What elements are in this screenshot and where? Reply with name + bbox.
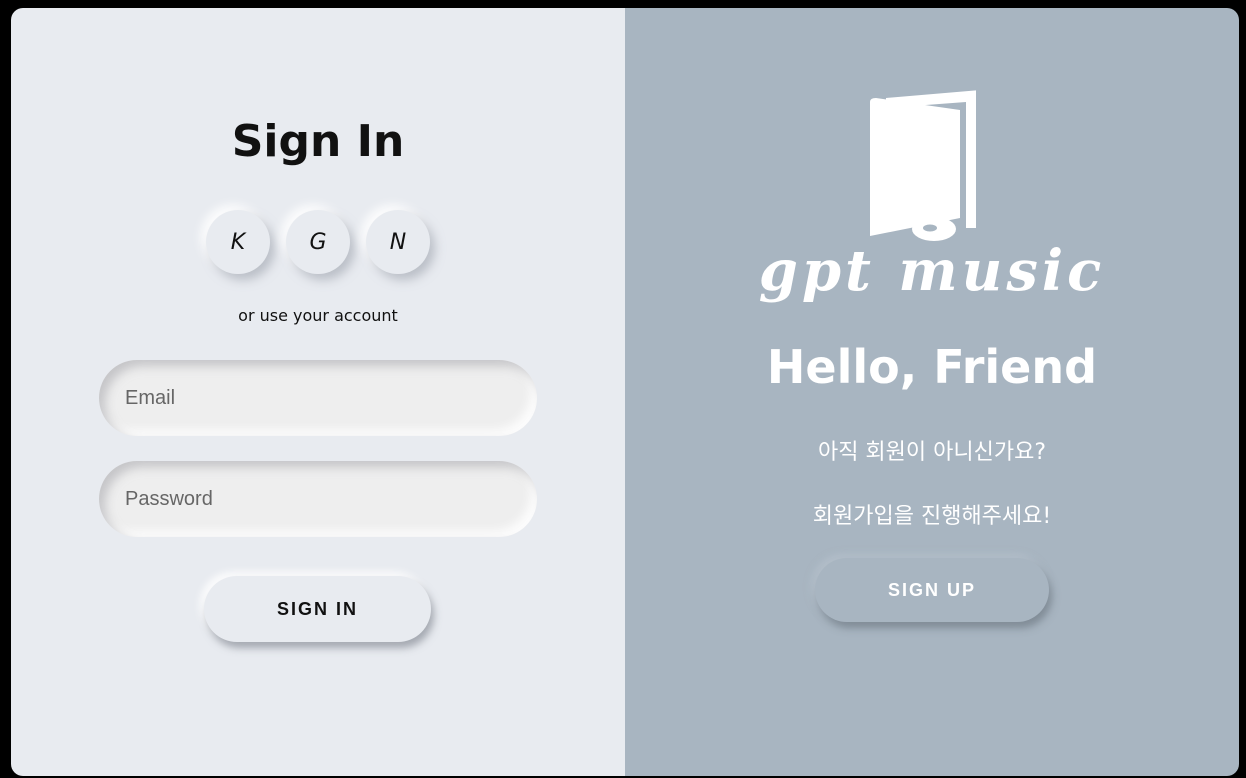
signup-button[interactable]: SIGN UP: [815, 558, 1049, 622]
signin-button[interactable]: SIGN IN: [204, 576, 431, 642]
email-field[interactable]: [99, 360, 537, 436]
signup-prompt-text: 회원가입을 진행해주세요!: [812, 504, 1052, 529]
naver-login-button[interactable]: N: [366, 210, 430, 274]
book-disc-logo-icon: [870, 90, 976, 241]
brand-logo-text: gpt music: [758, 238, 1106, 304]
use-account-text: or use your account: [238, 306, 398, 325]
kakao-login-button[interactable]: K: [206, 210, 270, 274]
signin-title: Sign In: [231, 116, 405, 167]
password-field[interactable]: [99, 461, 537, 537]
google-login-button[interactable]: G: [286, 210, 350, 274]
signin-panel: Sign In K G N or use your account SIGN I…: [11, 8, 625, 776]
not-member-text: 아직 회원이 아니신가요?: [817, 440, 1047, 465]
hello-title: Hello, Friend: [766, 340, 1098, 394]
social-login-row: K G N: [206, 210, 430, 274]
